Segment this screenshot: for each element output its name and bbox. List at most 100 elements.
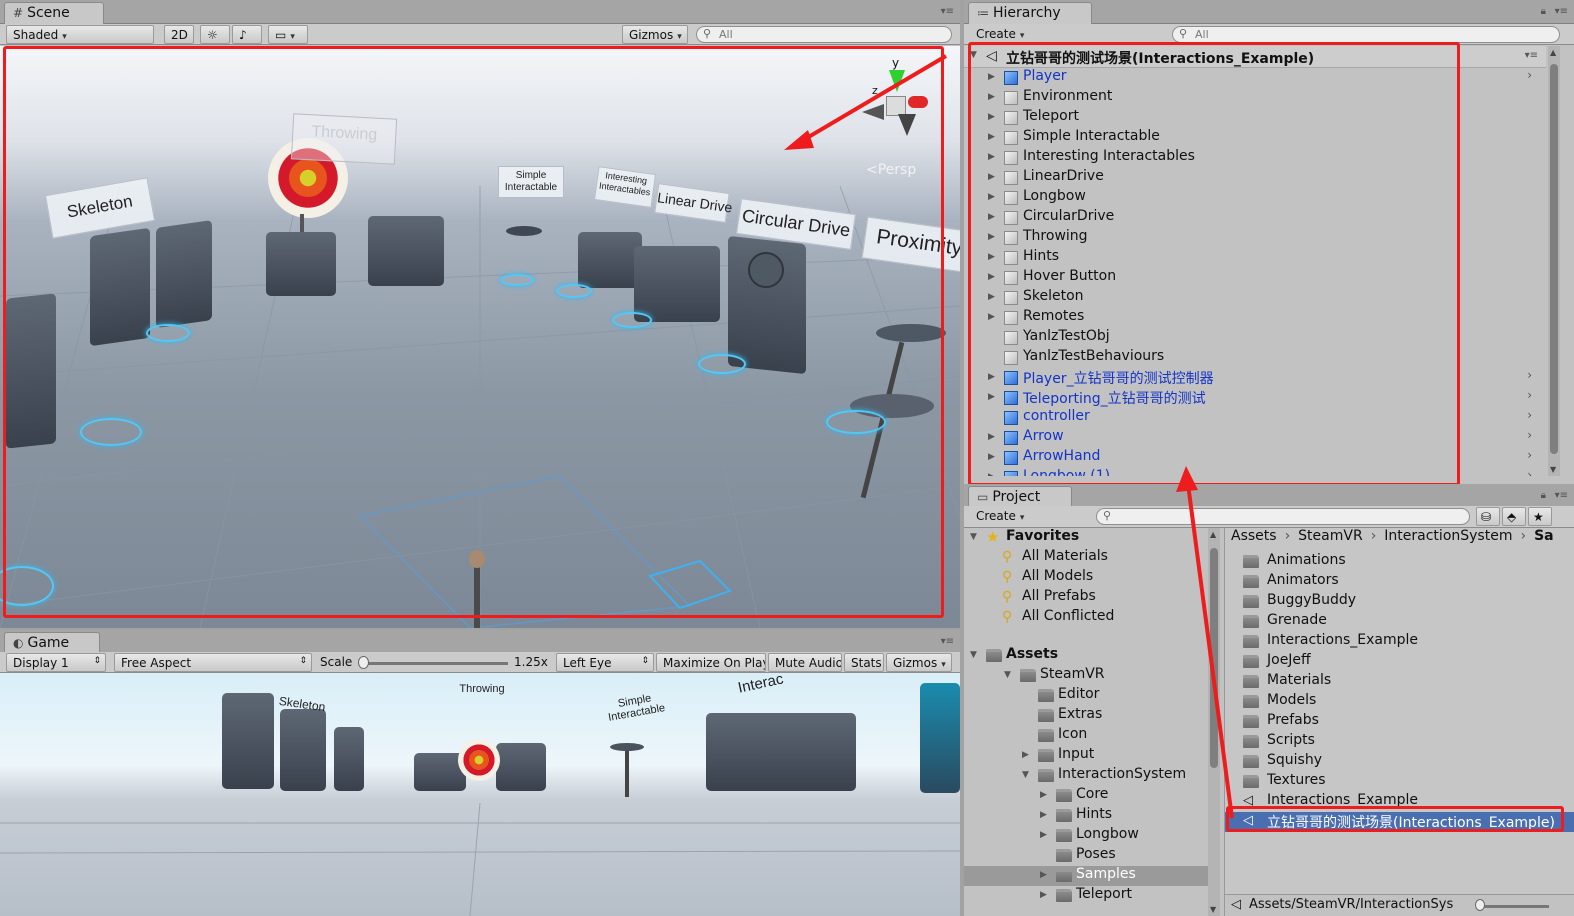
hierarchy-create-dropdown[interactable]: Create <box>970 25 1030 44</box>
expand-arrow-icon[interactable]: ▶ <box>988 72 995 82</box>
tree-folder-item[interactable]: Poses <box>964 846 1208 866</box>
favorite-item[interactable]: ⚲ All Materials <box>964 548 1208 568</box>
tree-scroll-thumb[interactable] <box>1210 548 1218 768</box>
hierarchy-item[interactable]: ▶ Simple Interactable <box>964 128 1546 148</box>
hierarchy-item[interactable]: ▶ Hints <box>964 248 1546 268</box>
hierarchy-search-input[interactable]: ⚲ All <box>1172 26 1560 43</box>
expand-arrow-icon[interactable]: ▶ <box>1040 810 1047 820</box>
aspect-dropdown[interactable]: Free Aspect ⇕ <box>114 653 312 672</box>
expand-arrow-icon[interactable]: ▶ <box>988 112 995 122</box>
expand-arrow-icon[interactable]: ▶ <box>1040 790 1047 800</box>
content-folder-item[interactable]: Grenade <box>1225 612 1574 632</box>
content-scene-item[interactable]: ◁ Interactions_Example <box>1225 792 1574 812</box>
expand-arrow-icon[interactable]: ▶ <box>988 472 995 476</box>
tree-folder-item[interactable]: ▼ InteractionSystem <box>964 766 1208 786</box>
expand-arrow-icon[interactable]: ▶ <box>1040 870 1047 880</box>
chevron-right-icon[interactable]: › <box>1527 388 1532 402</box>
tab-scene[interactable]: # Scene <box>4 2 104 24</box>
tree-folder-item[interactable]: ▶ Core <box>964 786 1208 806</box>
hierarchy-item[interactable]: ▶ Environment <box>964 88 1546 108</box>
project-tree-scrollbar[interactable]: ▲ ▼ <box>1208 528 1220 916</box>
chevron-right-icon[interactable]: › <box>1527 68 1532 82</box>
expand-arrow-icon[interactable]: ▼ <box>970 532 977 542</box>
expand-arrow-icon[interactable]: ▶ <box>988 252 995 262</box>
content-folder-item[interactable]: Materials <box>1225 672 1574 692</box>
lighting-icon[interactable]: ☼ <box>200 25 230 44</box>
expand-arrow-icon[interactable]: ▶ <box>988 152 995 162</box>
chevron-right-icon[interactable]: › <box>1527 368 1532 382</box>
tree-folder-item[interactable]: Editor <box>964 686 1208 706</box>
hierarchy-item[interactable]: ▶ Interesting Interactables <box>964 148 1546 168</box>
scroll-up-icon[interactable]: ▲ <box>1210 530 1216 539</box>
display-dropdown[interactable]: Display 1 ⇕ <box>6 653 106 672</box>
chevron-right-icon[interactable]: › <box>1527 428 1532 442</box>
scene-root-row[interactable]: ▼ ◁ 立钻哥哥的测试场景(Interactions_Example) ▾≡ <box>964 46 1546 68</box>
maximize-on-play-toggle[interactable]: Maximize On Play <box>656 653 766 672</box>
content-folder-item[interactable]: BuggyBuddy <box>1225 592 1574 612</box>
hierarchy-item[interactable]: ▶ Hover Button <box>964 268 1546 288</box>
scale-slider-track[interactable] <box>362 662 508 665</box>
scroll-up-icon[interactable]: ▲ <box>1550 48 1556 57</box>
game-gizmos-dropdown[interactable]: Gizmos <box>886 653 952 672</box>
favorite-item[interactable]: ⚲ All Conflicted <box>964 608 1208 628</box>
hierarchy-item[interactable]: YanlzTestObj <box>964 328 1546 348</box>
tree-folder-item[interactable]: ▶ Hints <box>964 806 1208 826</box>
hierarchy-scrollbar[interactable]: ▲ ▼ <box>1548 46 1560 476</box>
tab-project[interactable]: ▭ Project <box>968 486 1072 508</box>
scene-menu-icon[interactable]: ▾≡ <box>1525 50 1538 61</box>
expand-arrow-icon[interactable]: ▶ <box>988 432 995 442</box>
expand-arrow-icon[interactable]: ▶ <box>1022 750 1029 760</box>
hierarchy-item[interactable]: ▶ Longbow (1) › <box>964 468 1546 476</box>
content-folder-item[interactable]: Interactions_Example <box>1225 632 1574 652</box>
favorite-item[interactable]: ⚲ All Models <box>964 568 1208 588</box>
expand-arrow-icon[interactable]: ▶ <box>988 272 995 282</box>
hierarchy-item[interactable]: ▶ Player › <box>964 68 1546 88</box>
expand-arrow-icon[interactable]: ▼ <box>970 50 977 60</box>
content-scene-item[interactable]: ◁ 立钻哥哥的测试场景(Interactions_Example) <box>1225 812 1574 832</box>
breadcrumb-item[interactable]: Sa <box>1534 528 1554 544</box>
hierarchy-item[interactable]: controller › <box>964 408 1546 428</box>
expand-arrow-icon[interactable]: ▶ <box>1040 890 1047 900</box>
expand-arrow-icon[interactable]: ▶ <box>988 232 995 242</box>
content-folder-item[interactable]: Textures <box>1225 772 1574 792</box>
hierarchy-item[interactable]: ▶ Skeleton <box>964 288 1546 308</box>
scroll-down-icon[interactable]: ▼ <box>1210 905 1216 914</box>
game-viewport[interactable]: Skeleton Throwing Simple Interactable In… <box>0 673 960 916</box>
project-search-input[interactable]: ⚲ <box>1096 508 1470 525</box>
expand-arrow-icon[interactable]: ▶ <box>988 132 995 142</box>
gizmos-dropdown[interactable]: Gizmos <box>622 25 688 44</box>
content-folder-item[interactable]: Animators <box>1225 572 1574 592</box>
hierarchy-scroll-thumb[interactable] <box>1550 64 1558 454</box>
hierarchy-item[interactable]: ▶ Throwing <box>964 228 1546 248</box>
content-folder-item[interactable]: Squishy <box>1225 752 1574 772</box>
tab-hierarchy[interactable]: ≔ Hierarchy <box>968 2 1092 24</box>
favorite-star-icon[interactable]: ★ <box>1528 507 1552 526</box>
breadcrumb-item[interactable]: InteractionSystem <box>1384 528 1512 544</box>
expand-arrow-icon[interactable]: ▶ <box>988 172 995 182</box>
content-folder-item[interactable]: JoeJeff <box>1225 652 1574 672</box>
hierarchy-item[interactable]: ▶ Player_立钻哥哥的测试控制器 › <box>964 368 1546 388</box>
tree-folder-item[interactable]: ▶ Teleport <box>964 886 1208 906</box>
filter-label-icon[interactable]: ⬘ <box>1502 507 1526 526</box>
content-folder-item[interactable]: Models <box>1225 692 1574 712</box>
chevron-right-icon[interactable]: › <box>1527 408 1532 422</box>
hierarchy-item[interactable]: ▶ CircularDrive <box>964 208 1546 228</box>
filter-type-icon[interactable]: ⛁ <box>1476 507 1500 526</box>
icon-size-slider[interactable] <box>1479 905 1549 908</box>
lock-icon[interactable]: 🔒︎ <box>1541 6 1546 17</box>
expand-arrow-icon[interactable]: ▶ <box>988 192 995 202</box>
scene-search-input[interactable]: ⚲ All <box>696 26 952 43</box>
hierarchy-item[interactable]: ▶ Remotes <box>964 308 1546 328</box>
scale-slider-handle[interactable] <box>358 656 369 669</box>
assets-header[interactable]: ▼ Assets <box>964 646 1208 666</box>
expand-arrow-icon[interactable]: ▶ <box>988 392 995 402</box>
expand-arrow-icon[interactable]: ▶ <box>988 312 995 322</box>
audio-icon[interactable]: ♪ <box>232 25 262 44</box>
tree-folder-item[interactable]: Icon <box>964 726 1208 746</box>
panel-menu-icon[interactable]: ▾≡ <box>941 636 954 647</box>
expand-arrow-icon[interactable]: ▶ <box>988 292 995 302</box>
tree-folder-item[interactable]: ▼ SteamVR <box>964 666 1208 686</box>
breadcrumb-item[interactable]: Assets <box>1231 528 1277 544</box>
tree-folder-item[interactable]: ▶ Longbow <box>964 826 1208 846</box>
project-create-dropdown[interactable]: Create <box>970 507 1030 526</box>
